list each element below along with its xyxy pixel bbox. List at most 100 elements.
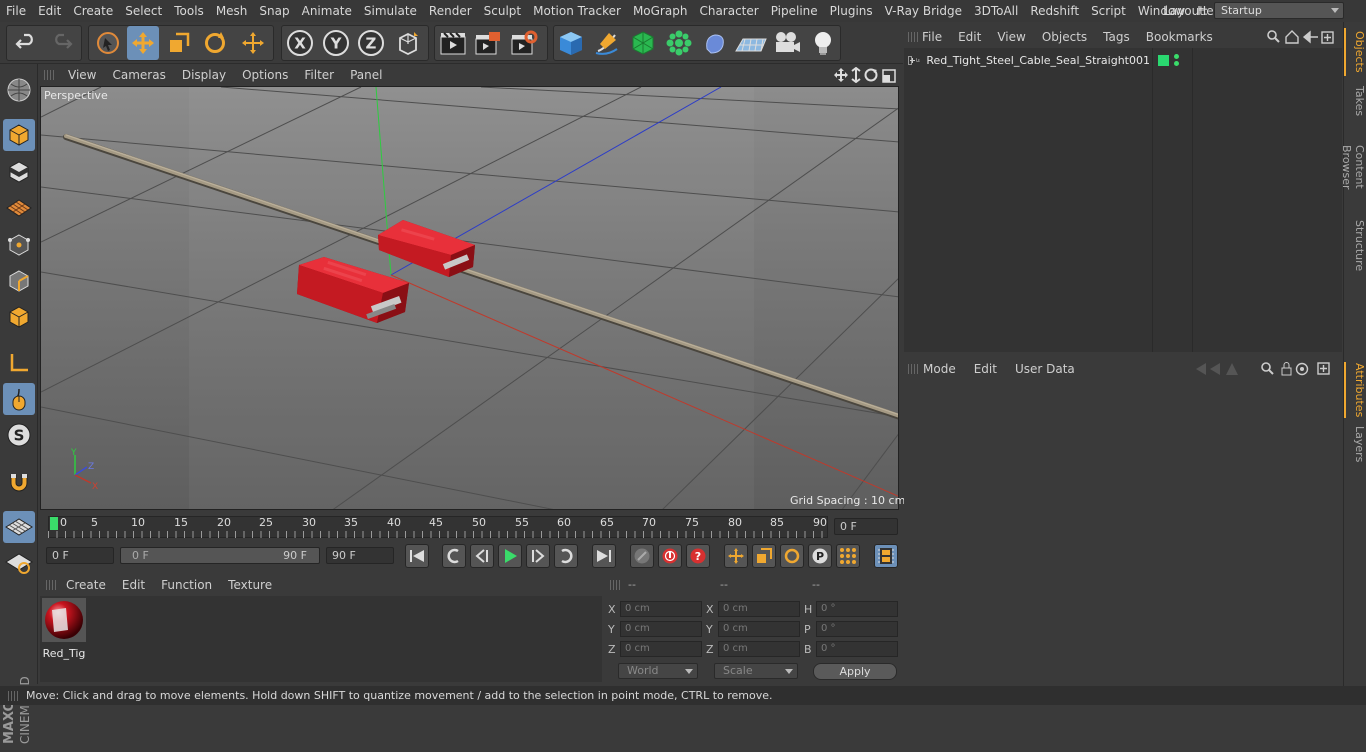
render-visibility-dot[interactable] (1174, 61, 1179, 66)
position-y-field[interactable]: 0 cm (620, 621, 702, 637)
go-to-start-icon[interactable] (405, 544, 429, 568)
tab-layers[interactable]: Layers (1344, 424, 1366, 464)
rotate-icon[interactable] (199, 26, 231, 60)
points-mode-icon[interactable] (3, 229, 35, 261)
recent-tool-icon[interactable] (237, 26, 269, 60)
menu-select[interactable]: Select (119, 4, 168, 18)
menu-animate[interactable]: Animate (296, 4, 358, 18)
viewport-menu-filter[interactable]: Filter (296, 68, 342, 82)
deformer-icon[interactable] (699, 26, 731, 60)
menu-pipeline[interactable]: Pipeline (765, 4, 824, 18)
material-menu-texture[interactable]: Texture (220, 578, 280, 592)
panel-grip-icon[interactable] (44, 70, 54, 80)
scale-icon[interactable] (163, 26, 195, 60)
size-mode-select[interactable]: Scale (714, 663, 798, 679)
rotation-p-field[interactable]: 0 ° (816, 621, 898, 637)
key-scale-icon[interactable] (752, 544, 776, 568)
material-menu-create[interactable]: Create (58, 578, 114, 592)
menu-sculpt[interactable]: Sculpt (478, 4, 527, 18)
floor-icon[interactable] (735, 26, 767, 60)
menu-create[interactable]: Create (67, 4, 119, 18)
rotation-b-field[interactable]: 0 ° (816, 641, 898, 657)
timeline-window-icon[interactable] (874, 544, 898, 568)
material-swatch[interactable]: Red_Tig (42, 598, 86, 660)
record-off-icon[interactable] (630, 544, 654, 568)
magnet-icon[interactable] (3, 466, 35, 498)
camera-icon[interactable] (771, 26, 803, 60)
viewport-menu-panel[interactable]: Panel (342, 68, 390, 82)
menu-tools[interactable]: Tools (168, 4, 210, 18)
coordinate-system-icon[interactable] (393, 26, 425, 60)
viewport-nav-icons[interactable] (834, 67, 896, 83)
render-settings-icon[interactable] (508, 26, 540, 60)
pen-icon[interactable] (591, 26, 623, 60)
timeline-ruler[interactable]: 0 5 10 15 20 25 30 35 40 45 50 55 60 65 … (38, 512, 902, 542)
viewport-menu-display[interactable]: Display (174, 68, 234, 82)
panel-grip-icon[interactable] (908, 364, 918, 374)
attributes-tools[interactable] (1194, 361, 1336, 377)
layer-color-swatch[interactable] (1158, 55, 1169, 66)
menu-character[interactable]: Character (693, 4, 764, 18)
viewport-menu-cameras[interactable]: Cameras (104, 68, 173, 82)
go-to-end-icon[interactable] (592, 544, 616, 568)
keyframe-selection-icon[interactable]: ? (686, 544, 710, 568)
previous-key-icon[interactable] (442, 544, 466, 568)
move-icon[interactable] (127, 26, 159, 60)
menu-mesh[interactable]: Mesh (210, 4, 254, 18)
attributes-menu-user-data[interactable]: User Data (1006, 362, 1084, 376)
menu-script[interactable]: Script (1085, 4, 1132, 18)
next-frame-icon[interactable] (526, 544, 550, 568)
object-menu-edit[interactable]: Edit (950, 30, 989, 44)
menu-3dtoall[interactable]: 3DToAll (968, 4, 1024, 18)
tab-attributes[interactable]: Attributes (1344, 362, 1366, 418)
y-axis-icon[interactable]: Y (320, 26, 352, 60)
object-manager-tools[interactable] (1266, 29, 1336, 45)
frame-range-slider[interactable]: 0 F 90 F (120, 547, 320, 564)
object-menu-bookmarks[interactable]: Bookmarks (1138, 30, 1221, 44)
previous-frame-icon[interactable] (470, 544, 494, 568)
z-axis-icon[interactable]: Z (355, 26, 387, 60)
object-menu-file[interactable]: File (914, 30, 950, 44)
key-pla-icon[interactable] (836, 544, 860, 568)
tweak-mode-icon[interactable] (3, 383, 35, 415)
current-frame-field[interactable]: 0 F (834, 518, 898, 535)
tab-content-browser[interactable]: Content Browser (1340, 124, 1366, 210)
menu-motion-tracker[interactable]: Motion Tracker (527, 4, 627, 18)
panel-grip-icon[interactable] (908, 32, 918, 42)
render-view-icon[interactable] (437, 26, 469, 60)
attributes-menu-edit[interactable]: Edit (965, 362, 1006, 376)
redo-icon[interactable] (46, 26, 78, 60)
menu-redshift[interactable]: Redshift (1024, 4, 1085, 18)
size-y-field[interactable]: 0 cm (718, 621, 800, 637)
texture-mode-icon[interactable] (3, 156, 35, 188)
start-frame-field[interactable]: 0 F (46, 547, 114, 564)
end-frame-field[interactable]: 90 F (326, 547, 394, 564)
live-selection-icon[interactable] (92, 26, 124, 60)
rotation-h-field[interactable]: 0 ° (816, 601, 898, 617)
autokey-icon[interactable] (658, 544, 682, 568)
key-rotation-icon[interactable] (780, 544, 804, 568)
viewport-menu-view[interactable]: View (60, 68, 104, 82)
make-editable-icon[interactable] (3, 74, 35, 106)
menu-edit[interactable]: Edit (32, 4, 67, 18)
x-axis-icon[interactable]: X (284, 26, 316, 60)
panel-grip-icon[interactable] (610, 580, 620, 590)
workplane-mode-icon[interactable] (3, 192, 35, 224)
undo-icon[interactable] (10, 26, 42, 60)
apply-button[interactable]: Apply (813, 663, 897, 680)
axis-mode-icon[interactable] (3, 347, 35, 379)
material-menu-edit[interactable]: Edit (114, 578, 153, 592)
render-picture-viewer-icon[interactable] (472, 26, 504, 60)
object-menu-view[interactable]: View (989, 30, 1033, 44)
attributes-menu-mode[interactable]: Mode (914, 362, 965, 376)
menu-render[interactable]: Render (423, 4, 478, 18)
key-parameter-icon[interactable]: P (808, 544, 832, 568)
cloner-icon[interactable] (663, 26, 695, 60)
position-x-field[interactable]: 0 cm (620, 601, 702, 617)
object-row[interactable]: 0 Red_Tight_Steel_Cable_Seal_Straight001 (906, 52, 1150, 68)
tab-objects[interactable]: Objects (1344, 28, 1366, 76)
panel-grip-icon[interactable] (46, 580, 56, 590)
play-icon[interactable] (498, 544, 522, 568)
viewport-menu-options[interactable]: Options (234, 68, 296, 82)
key-position-icon[interactable] (724, 544, 748, 568)
